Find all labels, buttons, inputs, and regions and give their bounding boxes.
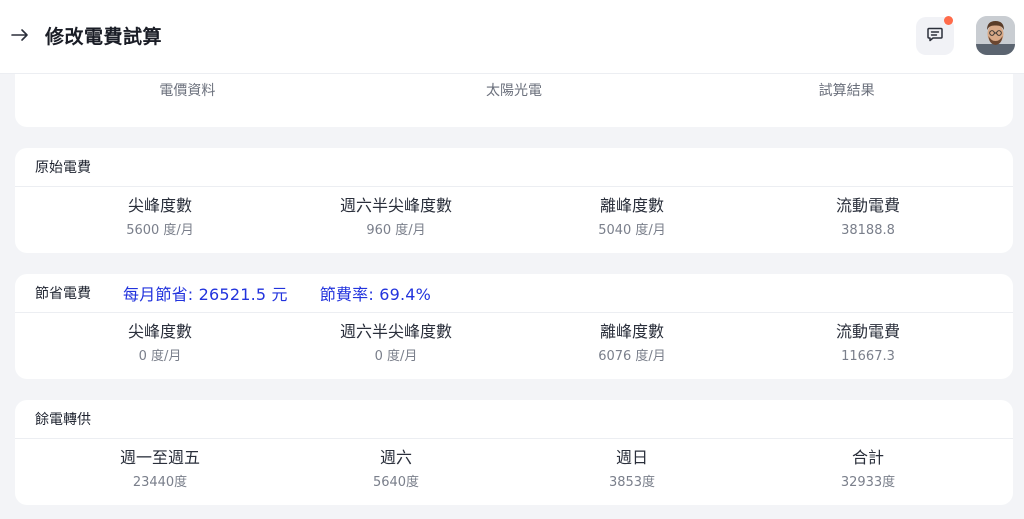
stat-label: 流動電費: [835, 196, 900, 215]
tab-bar: 電價資料 太陽光電 試算結果: [15, 80, 1013, 100]
chat-icon: [926, 25, 944, 47]
stat-value: 0 度/月: [374, 349, 418, 364]
tab-electricity-data[interactable]: 電價資料: [15, 80, 348, 100]
stat-saturday-semi-peak: 週六半尖峰度數 960 度/月: [278, 195, 514, 240]
stat-label: 週一至週五: [119, 448, 200, 467]
stat-saturday-semi-peak: 週六半尖峰度數 0 度/月: [278, 321, 514, 366]
stat-label: 流動電費: [835, 322, 900, 341]
stat-label: 合計: [851, 448, 884, 467]
page-title: 修改電費試算: [45, 26, 163, 48]
original-cost-card: 原始電費 尖峰度數 5600 度/月 週六半尖峰度數 960 度/月 離峰度數 …: [15, 148, 1013, 253]
stats-row: 週一至週五 23440度 週六 5640度 週日 3853度 合計 32933度: [15, 439, 1013, 492]
stat-label: 週日: [615, 448, 648, 467]
stat-value: 38188.8: [841, 223, 895, 238]
stat-value: 0 度/月: [138, 349, 182, 364]
card-title: 餘電轉供: [35, 412, 91, 428]
card-header: 原始電費: [15, 148, 1013, 187]
stat-value: 32933度: [840, 475, 896, 490]
card-header: 餘電轉供: [15, 400, 1013, 439]
stat-value: 5640度: [372, 475, 420, 490]
avatar[interactable]: [976, 16, 1015, 55]
stat-off-peak: 離峰度數 6076 度/月: [514, 321, 750, 366]
notification-dot: [944, 16, 953, 25]
top-bar: 修改電費試算: [0, 0, 1024, 74]
stat-sunday: 週日 3853度: [514, 447, 750, 492]
stat-label: 週六半尖峰度數: [339, 322, 452, 341]
stats-row: 尖峰度數 5600 度/月 週六半尖峰度數 960 度/月 離峰度數 5040 …: [15, 187, 1013, 240]
stat-energy-charge: 流動電費 11667.3: [750, 321, 986, 366]
stat-peak: 尖峰度數 5600 度/月: [42, 195, 278, 240]
card-title: 節省電費: [35, 286, 91, 302]
stat-label: 尖峰度數: [127, 322, 192, 341]
stats-row: 尖峰度數 0 度/月 週六半尖峰度數 0 度/月 離峰度數 6076 度/月 流…: [15, 313, 1013, 366]
stat-value: 5040 度/月: [598, 223, 666, 238]
card-header: 節省電費 每月節省: 26521.5 元 節費率: 69.4%: [15, 274, 1013, 313]
chat-button[interactable]: [916, 16, 954, 55]
tab-results[interactable]: 試算結果: [680, 80, 1013, 100]
stat-weekdays: 週一至週五 23440度: [42, 447, 278, 492]
stat-label: 週六半尖峰度數: [339, 196, 452, 215]
stat-label: 離峰度數: [599, 322, 664, 341]
stat-saturday: 週六 5640度: [278, 447, 514, 492]
stat-value: 3853度: [608, 475, 656, 490]
stat-total: 合計 32933度: [750, 447, 986, 492]
stat-value: 5600 度/月: [126, 223, 194, 238]
stat-label: 離峰度數: [599, 196, 664, 215]
surplus-transfer-card: 餘電轉供 週一至週五 23440度 週六 5640度 週日 3853度 合計 3…: [15, 400, 1013, 505]
stat-energy-charge: 流動電費 38188.8: [750, 195, 986, 240]
stat-value: 6076 度/月: [598, 349, 666, 364]
card-title: 原始電費: [35, 160, 91, 176]
tab-solar[interactable]: 太陽光電: [348, 80, 681, 100]
stat-peak: 尖峰度數 0 度/月: [42, 321, 278, 366]
monthly-saving: 每月節省: 26521.5 元: [123, 285, 288, 304]
stat-value: 11667.3: [841, 349, 895, 364]
stat-off-peak: 離峰度數 5040 度/月: [514, 195, 750, 240]
stat-label: 週六: [379, 448, 412, 467]
stat-value: 960 度/月: [366, 223, 426, 238]
arrow-right-icon[interactable]: [9, 24, 31, 46]
stat-value: 23440度: [132, 475, 188, 490]
stat-label: 尖峰度數: [127, 196, 192, 215]
savings-card: 節省電費 每月節省: 26521.5 元 節費率: 69.4% 尖峰度數 0 度…: [15, 274, 1013, 379]
saving-rate: 節費率: 69.4%: [319, 285, 432, 304]
